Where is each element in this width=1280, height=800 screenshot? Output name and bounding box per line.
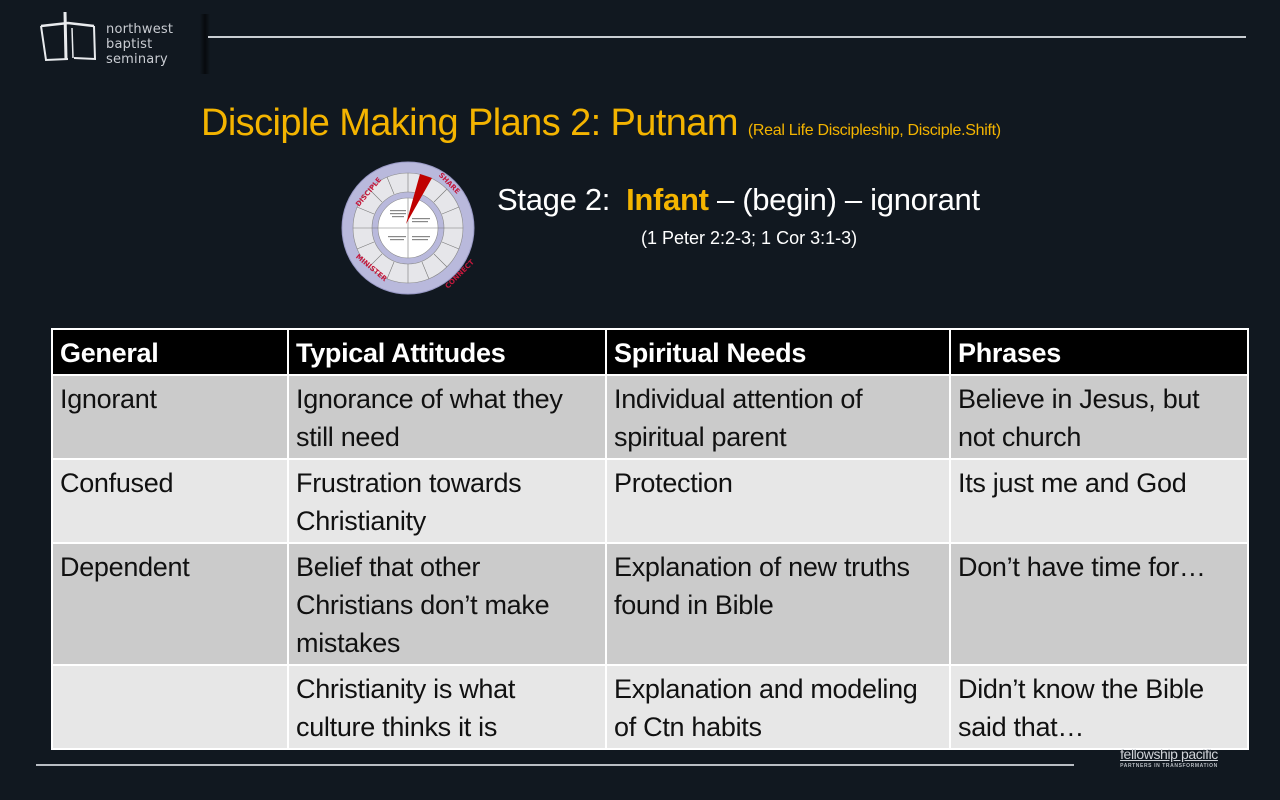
cell-phrase: Believe in Jesus, but not church (949, 374, 1249, 460)
stage-table: General Typical Attitudes Spiritual Need… (51, 328, 1249, 750)
cell-phrase: Didn’t know the Bible said that… (949, 664, 1249, 750)
header-divider-shadow (200, 14, 210, 74)
table-header-row: General Typical Attitudes Spiritual Need… (51, 328, 1249, 376)
cell-attitude: Christianity is what culture thinks it i… (287, 664, 607, 750)
cell-general (51, 664, 289, 750)
header-phrases: Phrases (949, 328, 1249, 376)
logo-line-3: seminary (106, 52, 168, 67)
footer-rule (36, 764, 1074, 766)
partner-logo: fellowship pacific PARTNERS IN TRANSFORM… (1114, 746, 1224, 769)
seminary-cross-icon (40, 11, 97, 62)
cell-need: Individual attention of spiritual parent (605, 374, 951, 460)
stage-description: – (begin) – ignorant (708, 182, 980, 217)
cell-need: Protection (605, 458, 951, 544)
scripture-references: (1 Peter 2:2-3; 1 Cor 3:1-3) (641, 228, 858, 248)
discipleship-wheel-icon: DISCIPLE SHARE CONNECT MINISTER (341, 161, 476, 295)
stage-name: Infant (626, 182, 709, 217)
cell-general: Ignorant (51, 374, 289, 460)
seminary-logo: northwest baptist seminary (38, 10, 188, 70)
logo-line-2: baptist (106, 37, 153, 52)
cell-need: Explanation and modeling of Ctn habits (605, 664, 951, 750)
header-typical-attitudes: Typical Attitudes (287, 328, 607, 376)
seminary-name: northwest baptist seminary (106, 22, 173, 67)
table-row: Christianity is what culture thinks it i… (51, 664, 1249, 750)
cell-attitude: Ignorance of what they still need (287, 374, 607, 460)
table-row: Dependent Belief that other Christians d… (51, 542, 1249, 666)
slide-title: Disciple Making Plans 2: Putnam (Real Li… (201, 102, 1001, 145)
cell-general: Confused (51, 458, 289, 544)
title-main: Disciple Making Plans 2: Putnam (201, 102, 738, 144)
cell-attitude: Frustration towards Christianity (287, 458, 607, 544)
cell-attitude: Belief that other Christians don’t make … (287, 542, 607, 666)
title-subtitle: (Real Life Discipleship, Disciple.Shift) (747, 122, 1001, 139)
stage-heading: Stage 2: Infant – (begin) – ignorant (497, 182, 980, 218)
partner-name: fellowship pacific (1120, 746, 1218, 762)
cell-phrase: Don’t have time for… (949, 542, 1249, 666)
cell-phrase: Its just me and God (949, 458, 1249, 544)
header-general: General (51, 328, 289, 376)
table-row: Ignorant Ignorance of what they still ne… (51, 374, 1249, 460)
table-row: Confused Frustration towards Christianit… (51, 458, 1249, 544)
cell-general: Dependent (51, 542, 289, 666)
partner-tagline: PARTNERS IN TRANSFORMATION (1120, 763, 1218, 769)
cell-need: Explanation of new truths found in Bible (605, 542, 951, 666)
header-spiritual-needs: Spiritual Needs (605, 328, 951, 376)
stage-label: Stage 2: (497, 182, 611, 217)
logo-line-1: northwest (106, 22, 174, 37)
header-rule (208, 36, 1246, 38)
discipleship-wheel: DISCIPLE SHARE CONNECT MINISTER (340, 160, 476, 296)
